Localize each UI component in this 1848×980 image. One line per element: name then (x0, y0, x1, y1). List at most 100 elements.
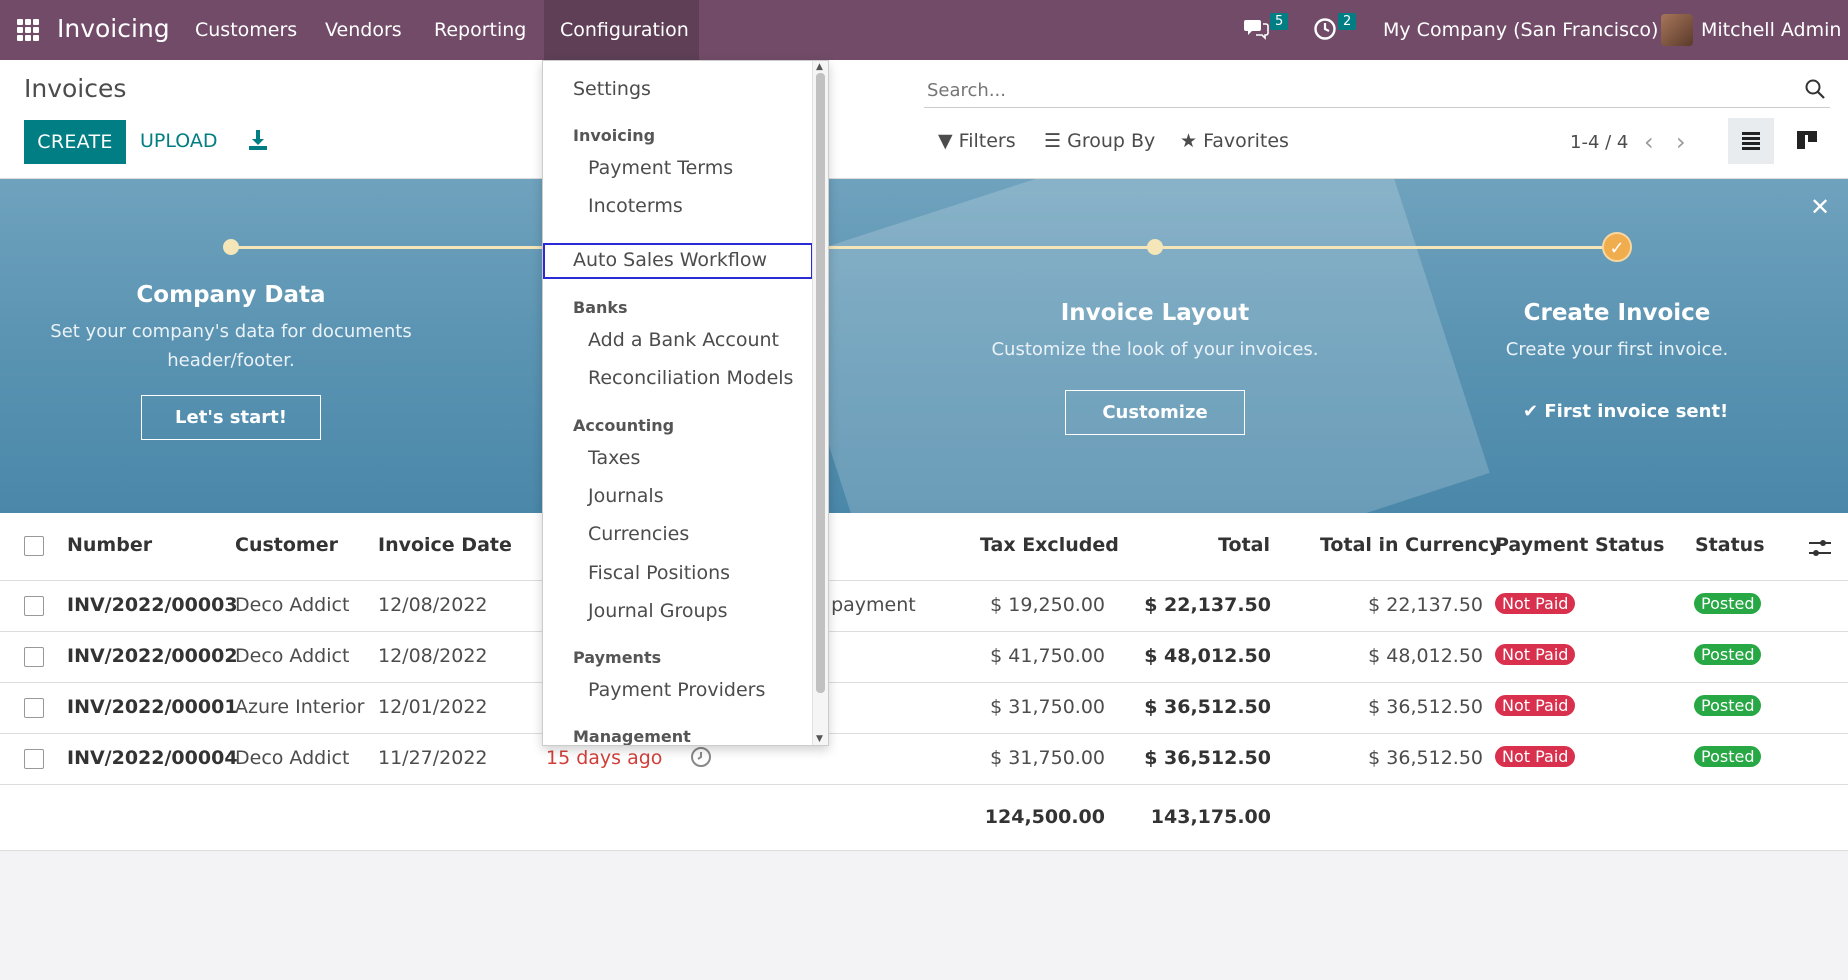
column-invoice-date[interactable]: Invoice Date (378, 534, 512, 556)
status-badge: Posted (1694, 695, 1762, 716)
cell-total: $ 36,512.50 (1144, 696, 1271, 718)
pager-value[interactable]: 1-4 / 4 (1570, 132, 1628, 153)
menu-item-taxes[interactable]: Taxes (588, 447, 640, 469)
customize-button[interactable]: Customize (1065, 390, 1245, 435)
menu-item-incoterms[interactable]: Incoterms (588, 195, 683, 217)
messages-count-badge: 5 (1270, 13, 1289, 30)
status-badge: Posted (1694, 593, 1762, 614)
menu-vendors[interactable]: Vendors (325, 19, 402, 41)
menu-item-journal-groups[interactable]: Journal Groups (588, 600, 728, 622)
cell-due-date: 15 days ago (546, 747, 663, 769)
menu-header-accounting: Accounting (573, 416, 675, 435)
table-row[interactable]: INV/2022/00003 Deco Addict 12/08/2022 n … (0, 581, 1848, 632)
search-icon[interactable] (1804, 78, 1826, 100)
step-title-company-data[interactable]: Company Data (80, 282, 382, 308)
lets-start-button[interactable]: Let's start! (141, 395, 321, 440)
column-customer[interactable]: Customer (235, 534, 338, 556)
column-total-in-currency[interactable]: Total in Currency (1320, 534, 1501, 556)
company-switcher[interactable]: My Company (San Francisco) (1383, 19, 1658, 41)
menu-item-payment-providers[interactable]: Payment Providers (588, 679, 765, 701)
row-checkbox[interactable] (24, 647, 44, 667)
optional-columns-icon[interactable] (1808, 538, 1832, 558)
app-brand[interactable]: Invoicing (57, 14, 170, 43)
row-checkbox[interactable] (24, 749, 44, 769)
close-banner-icon[interactable]: ✕ (1810, 193, 1830, 221)
list-view-button[interactable] (1728, 118, 1774, 164)
kanban-view-button[interactable] (1784, 118, 1830, 164)
menu-configuration[interactable]: Configuration (560, 19, 689, 41)
cell-customer: Azure Interior (235, 696, 365, 718)
user-avatar[interactable] (1661, 14, 1693, 46)
search-input[interactable] (927, 80, 1727, 101)
step-desc-invoice-layout: Customize the look of your invoices. (991, 339, 1319, 360)
menu-item-settings[interactable]: Settings (573, 78, 651, 100)
table-row[interactable]: INV/2022/00002 Deco Addict 12/08/2022 $ … (0, 632, 1848, 683)
search-bar (924, 74, 1830, 108)
menu-item-add-bank-account[interactable]: Add a Bank Account (588, 329, 779, 351)
menu-customers[interactable]: Customers (195, 19, 297, 41)
column-total[interactable]: Total (1180, 534, 1270, 556)
messages-icon[interactable] (1243, 17, 1269, 41)
select-all-checkbox[interactable] (24, 536, 44, 556)
page-title[interactable]: Invoices (24, 74, 126, 103)
menu-item-payment-terms[interactable]: Payment Terms (588, 157, 733, 179)
apps-menu-icon[interactable] (17, 19, 39, 41)
column-payment-status[interactable]: Payment Status (1495, 534, 1664, 556)
step-title-create-invoice[interactable]: Create Invoice (1447, 300, 1787, 326)
star-icon: ★ (1180, 130, 1198, 152)
table-row[interactable]: INV/2022/00004 Deco Addict 11/27/2022 15… (0, 734, 1848, 785)
step-desc-line: Set your company's data for documents (50, 321, 412, 342)
payment-status-badge: Not Paid (1495, 695, 1576, 716)
layers-icon: ☰ (1044, 130, 1062, 152)
menu-item-currencies[interactable]: Currencies (588, 523, 689, 545)
total-tax-excluded: 124,500.00 (984, 806, 1105, 828)
dropdown-scrollbar[interactable]: ▲ ▼ (812, 61, 828, 745)
menu-item-auto-sales-workflow[interactable]: Auto Sales Workflow (573, 249, 767, 271)
check-icon: ✔ (1523, 401, 1539, 422)
payment-status-badge: Not Paid (1495, 644, 1576, 665)
cell-invoice-date: 12/08/2022 (378, 645, 488, 667)
step-title-invoice-layout[interactable]: Invoice Layout (975, 300, 1335, 326)
pager-previous-icon[interactable]: ‹ (1644, 128, 1654, 156)
step-dot (1147, 239, 1163, 255)
cell-tax-excluded: $ 19,250.00 (990, 594, 1105, 616)
cell-customer: Deco Addict (235, 645, 350, 667)
filters-button[interactable]: ▼ Filters (938, 130, 1016, 152)
list-view-icon (1742, 132, 1760, 150)
upload-button[interactable]: UPLOAD (140, 130, 218, 152)
filter-icon: ▼ (938, 130, 953, 152)
pager-next-icon[interactable]: › (1676, 128, 1686, 156)
activity-clock-icon[interactable] (690, 746, 712, 768)
column-status[interactable]: Status (1695, 534, 1765, 556)
column-number[interactable]: Number (67, 534, 152, 556)
cell-customer: Deco Addict (235, 594, 350, 616)
menu-item-journals[interactable]: Journals (588, 485, 664, 507)
row-checkbox[interactable] (24, 698, 44, 718)
invoice-list-table: Number Customer Invoice Date Tax Exclude… (0, 513, 1848, 851)
menu-header-invoicing: Invoicing (573, 126, 656, 145)
scroll-down-icon[interactable]: ▼ (816, 734, 823, 744)
activities-clock-icon[interactable] (1313, 17, 1337, 41)
user-menu[interactable]: Mitchell Admin (1701, 19, 1841, 41)
total-amount: 143,175.00 (1150, 806, 1271, 828)
cell-total-in-currency: $ 48,012.50 (1368, 645, 1483, 667)
create-button[interactable]: CREATE (24, 120, 126, 164)
activities-count-badge: 2 (1338, 13, 1357, 30)
group-by-label: Group By (1067, 130, 1156, 152)
kanban-view-icon (1797, 131, 1817, 149)
row-checkbox[interactable] (24, 596, 44, 616)
favorites-button[interactable]: ★ Favorites (1180, 130, 1289, 152)
column-tax-excluded[interactable]: Tax Excluded (980, 534, 1119, 556)
totals-row: 124,500.00 143,175.00 (0, 793, 1848, 844)
cell-customer: Deco Addict (235, 747, 350, 769)
menu-item-fiscal-positions[interactable]: Fiscal Positions (588, 562, 730, 584)
scrollbar-thumb[interactable] (816, 73, 825, 693)
group-by-button[interactable]: ☰ Group By (1044, 130, 1155, 152)
progress-line (1160, 246, 1616, 249)
menu-reporting[interactable]: Reporting (434, 19, 526, 41)
scroll-up-icon[interactable]: ▲ (816, 62, 823, 72)
table-row[interactable]: INV/2022/00001 Azure Interior 12/01/2022… (0, 683, 1848, 734)
download-icon[interactable] (247, 128, 269, 152)
menu-item-reconciliation-models[interactable]: Reconciliation Models (588, 367, 793, 389)
menu-header-banks: Banks (573, 298, 628, 317)
